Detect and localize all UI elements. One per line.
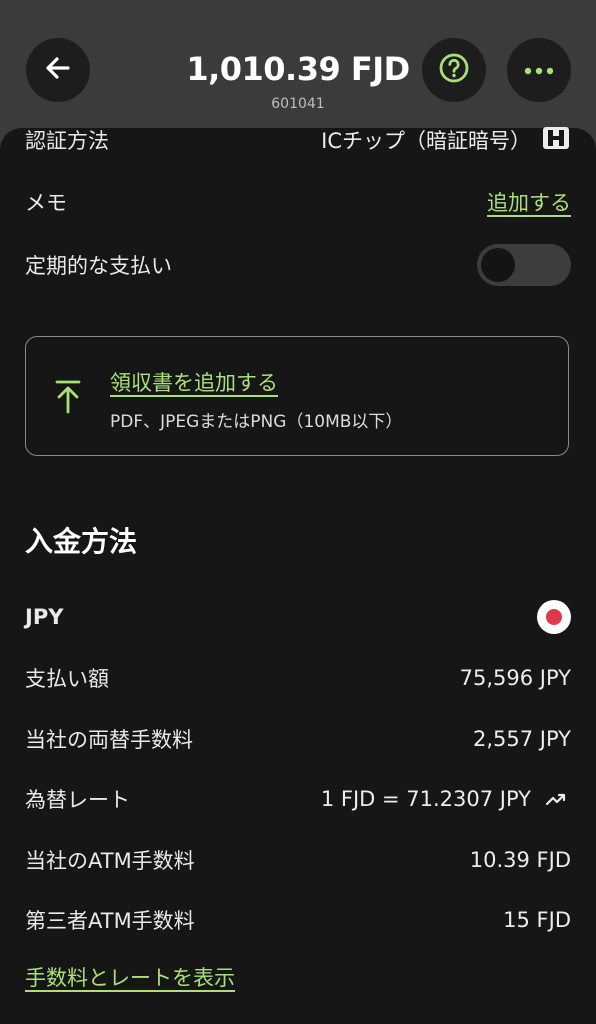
payment-amount-value: 75,596 JPY: [459, 666, 571, 690]
exchange-rate-row[interactable]: 為替レート 1 FJD = 71.2307 JPY: [25, 779, 571, 819]
payment-amount-label: 支払い額: [25, 667, 109, 691]
exchange-rate-label: 為替レート: [25, 788, 130, 812]
receipt-file-hint: PDF、JPEGまたはPNG（10MB以下）: [110, 412, 403, 432]
recurring-payment-label: 定期的な支払い: [25, 254, 172, 278]
recurring-payment-toggle[interactable]: [477, 244, 571, 286]
auth-method-label: 認証方法: [25, 129, 109, 153]
japan-flag-icon: [537, 600, 571, 634]
header: 1,010.39 FJD 601041: [0, 0, 596, 135]
trend-up-icon: [541, 791, 571, 807]
question-circle-icon: [438, 52, 470, 88]
more-horizontal-icon: [523, 61, 555, 80]
atm-fee-label: 当社のATM手数料: [25, 849, 195, 873]
exchange-fee-value: 2,557 JPY: [472, 727, 571, 751]
upload-arrow-icon: [54, 379, 82, 419]
show-fees-and-rates-link[interactable]: 手数料とレートを表示: [25, 962, 235, 992]
funding-currency-row: JPY: [25, 597, 571, 637]
arrow-left-icon: [41, 51, 75, 89]
add-memo-link[interactable]: 追加する: [487, 187, 571, 217]
atm-fee-row: 当社のATM手数料 10.39 FJD: [25, 840, 571, 880]
memo-row: メモ 追加する: [25, 182, 571, 222]
exchange-fee-label: 当社の両替手数料: [25, 728, 193, 752]
memo-label: メモ: [25, 191, 67, 215]
transaction-amount: 1,010.39 FJD: [186, 50, 410, 88]
funding-currency-label: JPY: [25, 605, 64, 629]
third-party-atm-fee-label: 第三者ATM手数料: [25, 909, 195, 933]
payment-amount-row: 支払い額 75,596 JPY: [25, 658, 571, 698]
auth-method-value: ICチップ（暗証暗号）: [321, 129, 531, 153]
auth-method-row: 認証方法 ICチップ（暗証暗号）: [25, 120, 571, 160]
add-receipt-box[interactable]: 領収書を追加する PDF、JPEGまたはPNG（10MB以下）: [25, 336, 569, 456]
transaction-subtitle: 601041: [271, 96, 325, 112]
recurring-payment-row: 定期的な支払い: [25, 244, 571, 286]
transaction-detail-page: 1,010.39 FJD 601041 認証方法 ICチップ（暗証暗号） メモ …: [0, 0, 596, 1024]
funding-method-title: 入金方法: [25, 525, 138, 558]
add-receipt-link[interactable]: 領収書を追加する: [110, 367, 278, 397]
card-chip-icon: [541, 125, 571, 156]
exchange-rate-value: 1 FJD = 71.2307 JPY: [320, 787, 531, 811]
back-button[interactable]: [26, 38, 90, 102]
help-button[interactable]: [422, 38, 486, 102]
exchange-fee-row: 当社の両替手数料 2,557 JPY: [25, 719, 571, 759]
third-party-atm-fee-row: 第三者ATM手数料 15 FJD: [25, 900, 571, 940]
third-party-atm-fee-value: 15 FJD: [503, 908, 571, 932]
toggle-knob: [481, 248, 515, 282]
more-options-button[interactable]: [507, 38, 571, 102]
atm-fee-value: 10.39 FJD: [469, 848, 571, 872]
